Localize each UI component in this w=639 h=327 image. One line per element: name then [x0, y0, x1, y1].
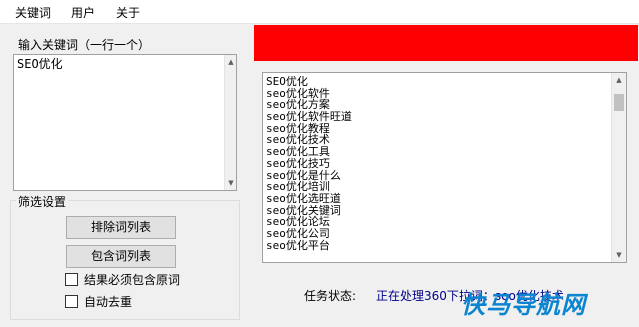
status-label: 任务状态: [304, 289, 357, 303]
results-list: SEO优化 seo优化软件 seo优化方案 seo优化软件旺道 seo优化教程 seo优化… [266, 76, 611, 261]
results-scrollbar[interactable]: ▲ ▼ [611, 73, 626, 262]
must-contain-checkbox[interactable] [65, 273, 78, 286]
result-item[interactable]: seo优化选旺道 [266, 193, 611, 205]
keyword-input-scrollbar[interactable]: ▲ ▼ [224, 55, 236, 190]
result-item[interactable]: seo优化软件旺道 [266, 111, 611, 123]
scroll-down-icon[interactable]: ▼ [615, 251, 623, 259]
include-list-button[interactable]: 包含词列表 [66, 245, 176, 268]
result-item[interactable]: seo优化技巧 [266, 158, 611, 170]
banner-bar [254, 25, 638, 61]
result-item[interactable]: seo优化平台 [266, 239, 611, 252]
menu-item-about[interactable]: 关于 [116, 4, 140, 21]
must-contain-option[interactable]: 结果必须包含原词 [65, 271, 180, 288]
scroll-thumb[interactable] [614, 94, 624, 111]
watermark-logo: 快马导航网 [461, 291, 586, 319]
keyword-input[interactable] [13, 54, 237, 191]
result-item[interactable]: SEO优化 [266, 76, 611, 88]
dedupe-checkbox[interactable] [65, 295, 78, 308]
results-list-box[interactable]: SEO优化 seo优化软件 seo优化方案 seo优化软件旺道 seo优化教程 seo优化… [262, 72, 627, 263]
scroll-up-icon[interactable]: ▲ [615, 76, 623, 84]
exclude-list-button[interactable]: 排除词列表 [66, 216, 176, 239]
scroll-up-icon[interactable]: ▲ [227, 58, 235, 66]
must-contain-label: 结果必须包含原词 [84, 273, 181, 287]
result-item[interactable]: seo优化公司 [266, 228, 611, 240]
menu-bar: 关键词 用户 关于 [0, 0, 639, 24]
keyword-group-title: 输入关键词（一行一个） [16, 36, 153, 53]
menu-item-user[interactable]: 用户 [71, 4, 95, 21]
filter-group-title: 筛选设置 [16, 193, 69, 210]
scroll-down-icon[interactable]: ▼ [227, 179, 235, 187]
menu-item-keywords[interactable]: 关键词 [15, 4, 51, 21]
dedupe-option[interactable]: 自动去重 [65, 293, 132, 310]
dedupe-label: 自动去重 [84, 295, 133, 309]
